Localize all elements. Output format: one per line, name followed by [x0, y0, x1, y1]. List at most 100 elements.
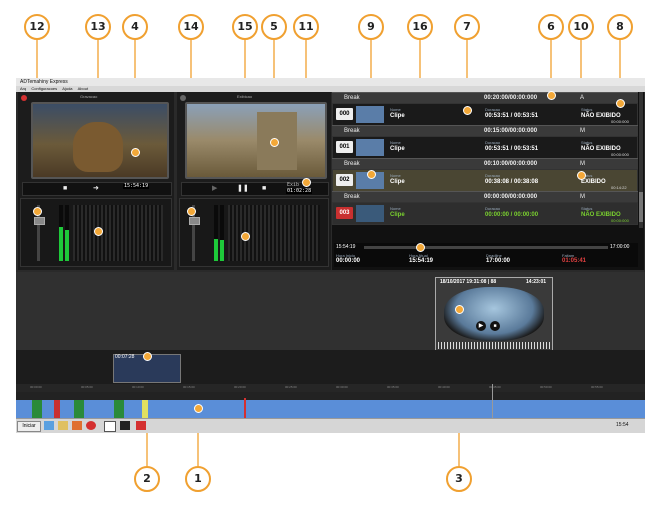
stop-icon[interactable]: ■: [490, 321, 500, 331]
block-header[interactable]: Break 00:20:00/00:00:000 A: [332, 92, 638, 103]
playback-timecode: 01:02:28: [286, 188, 313, 194]
callout-13: 13: [85, 14, 111, 40]
menu-arq[interactable]: Arq: [20, 86, 26, 91]
block-header[interactable]: Break 00:00:00/00:00:000 M: [332, 191, 638, 202]
menu-ajuda[interactable]: Ajuda: [62, 86, 72, 91]
playhead[interactable]: [244, 398, 246, 420]
chrome-icon[interactable]: [86, 421, 96, 430]
play-icon[interactable]: ▶: [476, 321, 486, 331]
app-icon[interactable]: [136, 421, 146, 430]
callout-1: 1: [185, 466, 211, 492]
play-icon[interactable]: ▶: [212, 185, 217, 193]
callout-dot: [270, 138, 279, 147]
callout-15: 15: [232, 14, 258, 40]
recording-timecode: 15:54:19: [123, 183, 150, 189]
folder-icon[interactable]: [58, 421, 68, 430]
item-number: 001: [336, 141, 353, 153]
callout-8: 8: [607, 14, 633, 40]
callout-dot: [577, 171, 586, 180]
callout-dot: [187, 207, 196, 216]
callout-3: 3: [446, 466, 472, 492]
recording-monitor-panel: Gravacao ■ ➜ 15:54:19: [18, 92, 174, 270]
playlist-item[interactable]: 000 Nome Clipe Duracao 00:53:51 / 00:53:…: [332, 103, 638, 126]
playlist-item-active[interactable]: 002 Nome Clipe Duracao 00:38:08 / 00:38:…: [332, 169, 638, 192]
timeline-clip[interactable]: [32, 400, 42, 418]
popup-preview-image: [444, 287, 544, 341]
callout-9: 9: [358, 14, 384, 40]
timeline-track[interactable]: [16, 400, 645, 418]
playlist-item[interactable]: 003 Nome Clipe Duracao 00:00:00 / 00:00:…: [332, 202, 638, 225]
progress-start: 15:54:19: [336, 244, 356, 250]
callout-dot: [616, 99, 625, 108]
playlist-scrollbar[interactable]: [639, 92, 643, 228]
callout-12: 12: [24, 14, 50, 40]
timeline-clip-current[interactable]: [54, 400, 60, 418]
item-thumbnail: [356, 139, 384, 156]
playback-label: Exibicao: [237, 94, 253, 99]
callout-dot: [33, 207, 42, 216]
timeline-scale: 00:00:00 00:05:00 00:10:00 00:15:00 00:2…: [16, 384, 645, 392]
preview-figure: [73, 122, 123, 172]
recording-preview-screen: [31, 102, 169, 179]
meter-bars: [73, 205, 163, 261]
timeline-strip: [16, 350, 645, 384]
progress-area: 15:54:19 17:00:00 Hora Inicio 00:00:00 H…: [334, 243, 638, 267]
callout-dot: [463, 106, 472, 115]
stop-icon[interactable]: ■: [63, 185, 67, 193]
popup-header: 18/10/2017 19:31:08 | 88: [440, 279, 497, 285]
callout-dot: [241, 232, 250, 241]
fader-knob[interactable]: [34, 217, 45, 225]
playback-indicator-icon: [180, 95, 186, 101]
recording-label: Gravacao: [80, 94, 98, 99]
stop-icon[interactable]: ■: [262, 185, 266, 193]
callout-dot: [94, 227, 103, 236]
taskbar: Iniciar 15:54: [16, 418, 645, 433]
callout-dot: [194, 404, 203, 413]
callout-dot: [416, 243, 425, 252]
playback-audio-meter: [179, 198, 329, 267]
callout-10: 10: [568, 14, 594, 40]
progress-bar: [364, 246, 608, 249]
item-thumbnail: [356, 106, 384, 123]
callout-2: 2: [134, 466, 160, 492]
timeline-cursor: [492, 384, 493, 418]
timeline-clip-selected[interactable]: [142, 400, 148, 418]
popup-duration: 14:23:01: [526, 279, 547, 285]
callout-4: 4: [122, 14, 148, 40]
menu-config[interactable]: Configuracoes: [31, 86, 57, 91]
callout-dot: [302, 178, 311, 187]
playback-preview-screen: [185, 102, 327, 179]
callout-7: 7: [454, 14, 480, 40]
callout-dot: [131, 148, 140, 157]
item-number: 000: [336, 108, 353, 120]
app-window: ADTemahiny Express Arq Configuracoes Aju…: [16, 78, 645, 433]
app-title: ADTemahiny Express: [20, 79, 68, 85]
callout-5: 5: [261, 14, 287, 40]
marker-row: [16, 392, 645, 400]
start-button[interactable]: Iniciar: [17, 421, 41, 432]
timeline-clip[interactable]: [74, 400, 84, 418]
menu-about[interactable]: About: [78, 86, 88, 91]
playlist-item[interactable]: 001 Nome Clipe Duracao 00:53:51 / 00:53:…: [332, 136, 638, 159]
progress-end: 17:00:00: [610, 244, 630, 250]
callout-11: 11: [293, 14, 319, 40]
block-header[interactable]: Break 00:10:00/00:00:000 M: [332, 158, 638, 169]
item-thumbnail: [356, 205, 384, 222]
callout-dot: [455, 305, 464, 314]
terminal-icon[interactable]: [120, 421, 130, 430]
recording-controls: ■ ➜ 15:54:19: [22, 182, 172, 196]
clip-preview-popup[interactable]: 18/10/2017 19:31:08 | 88 14:23:01 ▶ ■: [435, 277, 553, 351]
item-number: 002: [336, 174, 353, 186]
notepad-icon[interactable]: [104, 421, 116, 432]
browser-icon[interactable]: [44, 421, 54, 430]
playlist-panel: Break 00:20:00/00:00:000 A 000 Nome Clip…: [332, 92, 644, 270]
timeline-clip[interactable]: [114, 400, 124, 418]
fader-knob[interactable]: [189, 217, 200, 225]
callout-dot: [143, 352, 152, 361]
pause-icon[interactable]: ❚❚: [237, 185, 249, 193]
block-header[interactable]: Break 00:15:00/00:00:000 M: [332, 125, 638, 136]
media-icon[interactable]: [72, 421, 82, 430]
callout-dot: [547, 91, 556, 100]
record-indicator-icon: [21, 95, 27, 101]
arrow-right-icon[interactable]: ➜: [93, 185, 99, 193]
